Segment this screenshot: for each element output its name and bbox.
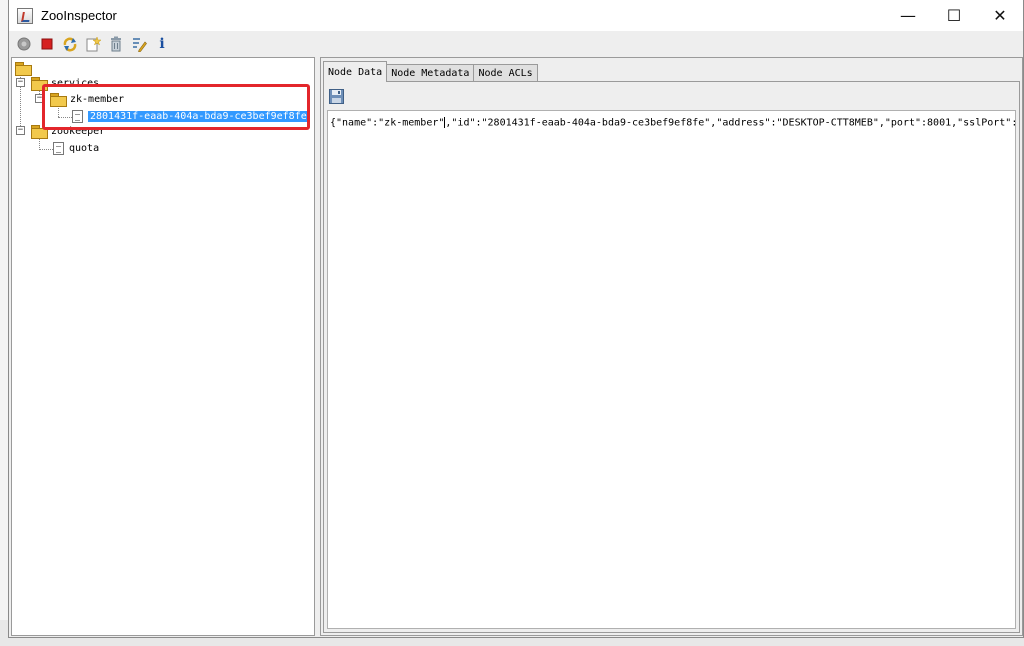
tree-root[interactable]	[15, 60, 35, 76]
refresh-button[interactable]	[59, 33, 81, 55]
tree-guide-line	[39, 149, 53, 150]
tree-node-label: quota	[69, 142, 100, 154]
delete-node-button[interactable]	[105, 33, 127, 55]
save-button[interactable]	[327, 87, 345, 105]
disconnect-button[interactable]	[36, 33, 58, 55]
window-controls: — ☐ ✕	[885, 0, 1023, 31]
save-icon	[328, 88, 344, 104]
tab-node-metadata[interactable]: Node Metadata	[386, 64, 475, 82]
title-bar: ZooInspector — ☐ ✕	[9, 0, 1023, 31]
background-window-edge	[0, 0, 8, 646]
node-tree-panel: − services − zk-member 2801431f-eaab-404…	[11, 57, 315, 636]
window-title: ZooInspector	[41, 8, 117, 23]
node-data-text-before-caret: {"name":"zk-member"	[330, 117, 445, 129]
minimize-button[interactable]: —	[885, 0, 931, 31]
node-data-text: {"name":"zk-member","id":"2801431f-eaab-…	[330, 117, 1016, 129]
java-app-icon	[17, 7, 33, 24]
toolbar: i	[9, 31, 1023, 56]
connect-icon	[17, 37, 31, 50]
connect-button[interactable]	[13, 33, 35, 55]
tab-strip: Node Data Node Metadata Node ACLs	[323, 61, 538, 82]
maximize-button[interactable]: ☐	[931, 0, 977, 31]
node-data-editor[interactable]: {"name":"zk-member","id":"2801431f-eaab-…	[327, 110, 1016, 629]
add-node-button[interactable]	[82, 33, 104, 55]
node-detail-panel: Node Data Node Metadata Node ACLs {"name…	[320, 57, 1023, 636]
collapse-toggle[interactable]: −	[16, 78, 25, 87]
node-data-text-after-caret: ,"id":"2801431f-eaab-404a-bda9-ce3bef9ef…	[445, 117, 1016, 129]
edit-icon	[133, 37, 147, 52]
disconnect-icon	[41, 38, 53, 49]
tab-node-data[interactable]: Node Data	[323, 61, 388, 82]
collapse-toggle[interactable]: −	[16, 126, 25, 135]
info-icon: i	[159, 35, 165, 52]
edit-button[interactable]	[128, 33, 150, 55]
zooinspector-window: ZooInspector — ☐ ✕ i − services − zk-mem…	[8, 0, 1024, 638]
refresh-icon	[63, 37, 77, 51]
delete-node-icon	[111, 36, 121, 51]
add-node-icon	[86, 35, 101, 51]
tree-node-quota[interactable]: quota	[53, 140, 99, 156]
document-icon	[53, 141, 64, 155]
close-button[interactable]: ✕	[977, 0, 1023, 31]
open-folder-icon	[15, 62, 32, 76]
annotation-highlight-box	[42, 84, 310, 130]
node-data-tab-body: {"name":"zk-member","id":"2801431f-eaab-…	[323, 81, 1020, 633]
tab-node-acls[interactable]: Node ACLs	[473, 64, 538, 82]
info-button[interactable]: i	[151, 33, 173, 55]
